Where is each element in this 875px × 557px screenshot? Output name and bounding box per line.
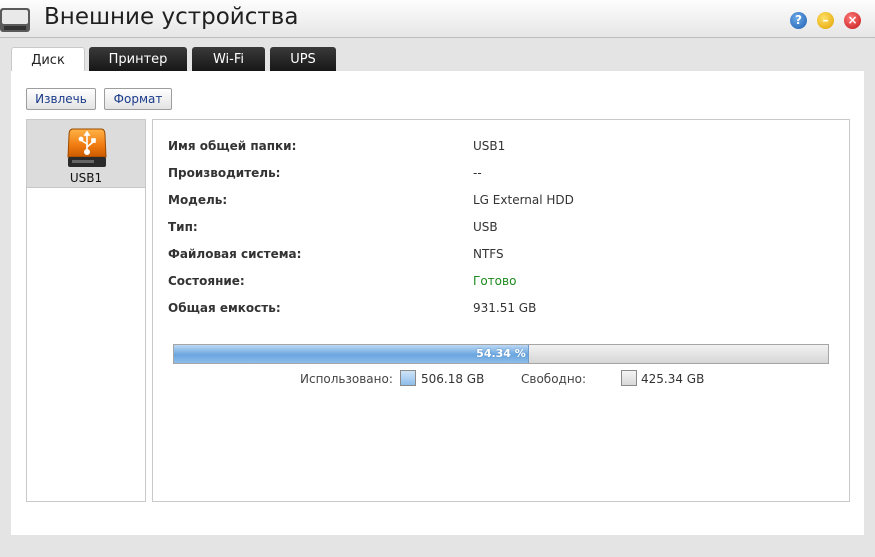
external-device-app-icon: [0, 8, 30, 32]
free-label: Свободно:: [521, 372, 587, 386]
detail-value-manufacturer: --: [473, 166, 482, 180]
detail-value-status: Готово: [473, 274, 517, 288]
detail-key-status: Состояние:: [168, 274, 245, 288]
free-value: 425.34 GB: [641, 372, 705, 386]
detail-value-capacity: 931.51 GB: [473, 301, 537, 315]
help-icon[interactable]: ?: [790, 12, 807, 29]
usage-progress-bar: 54.34 %: [173, 344, 829, 364]
close-icon[interactable]: ×: [844, 12, 861, 29]
detail-key-filesystem: Файловая система:: [168, 247, 302, 261]
detail-key-capacity: Общая емкость:: [168, 301, 281, 315]
device-list: USB1: [26, 119, 146, 502]
format-button[interactable]: Формат: [104, 88, 172, 110]
device-label: USB1: [69, 171, 103, 185]
detail-key-manufacturer: Производитель:: [168, 166, 281, 180]
tab-wifi[interactable]: Wi-Fi: [192, 47, 265, 72]
detail-value-filesystem: NTFS: [473, 247, 504, 261]
free-swatch: [621, 370, 637, 386]
detail-value-share-name: USB1: [473, 139, 506, 153]
detail-key-share-name: Имя общей папки:: [168, 139, 297, 153]
detail-key-model: Модель:: [168, 193, 228, 207]
usage-percent-label: 54.34 %: [476, 347, 526, 360]
tab-ups[interactable]: UPS: [270, 47, 336, 72]
tab-printer[interactable]: Принтер: [89, 47, 187, 72]
tab-disk[interactable]: Диск: [11, 47, 85, 73]
detail-key-type: Тип:: [168, 220, 198, 234]
minimize-icon[interactable]: –: [817, 12, 834, 29]
usb-drive-icon: [67, 128, 107, 167]
window-titlebar: Внешние устройства ? – ×: [0, 0, 875, 38]
eject-button[interactable]: Извлечь: [26, 88, 96, 110]
device-item-usb1[interactable]: USB1: [27, 120, 145, 188]
used-swatch: [400, 370, 416, 386]
used-value: 506.18 GB: [421, 372, 485, 386]
window-title: Внешние устройства: [44, 4, 299, 30]
detail-value-type: USB: [473, 220, 498, 234]
used-label: Использовано:: [300, 372, 393, 386]
detail-value-model: LG External HDD: [473, 193, 574, 207]
